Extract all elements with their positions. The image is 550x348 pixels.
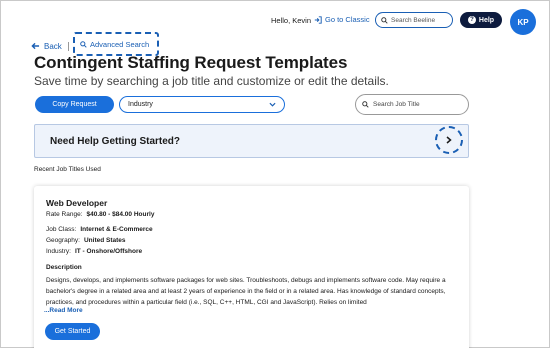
chevron-down-icon — [269, 102, 276, 107]
question-icon: ? — [467, 16, 476, 24]
job-class-value: Internet & E-Commerce — [80, 226, 153, 233]
industry-label: Industry: — [46, 248, 71, 255]
page-title: Contingent Staffing Request Templates — [34, 53, 348, 72]
go-to-classic-link[interactable]: Go to Classic — [314, 15, 370, 24]
expand-help-button[interactable] — [435, 126, 463, 154]
geography-value: United States — [83, 237, 126, 244]
help-card-title: Need Help Getting Started? — [50, 136, 181, 147]
search-icon — [381, 16, 388, 24]
top-bar: Hello, Kevin Go to Classic ? Help KP — [1, 9, 550, 35]
back-label: Back — [44, 41, 62, 51]
industry-selected-value: Industry — [128, 101, 153, 108]
nav-divider — [67, 41, 69, 51]
industry-row: Industry: IT - Onshore/Offshore — [46, 248, 142, 255]
job-title-search-box[interactable] — [355, 94, 469, 115]
read-more-link[interactable]: ...Read More — [44, 307, 83, 314]
description-heading: Description — [46, 264, 82, 271]
description-text: Designs, develops, and implements softwa… — [46, 277, 446, 306]
page-subtitle: Save time by searching a job title and c… — [34, 74, 389, 88]
job-class-label: Job Class: — [46, 226, 77, 233]
rate-range-row: Rate Range: $40.80 - $84.00 Hourly — [46, 211, 154, 218]
rate-range-label: Rate Range: — [46, 211, 83, 218]
advanced-search-label: Advanced Search — [90, 39, 150, 49]
recent-job-titles-label: Recent Job Titles Used — [34, 166, 101, 173]
sign-in-arrow-icon — [314, 15, 322, 24]
job-template-card: Web Developer Rate Range: $40.80 - $84.00… — [34, 186, 469, 348]
search-icon — [362, 101, 369, 108]
geography-row: Geography: United States — [46, 237, 126, 244]
arrow-left-icon — [31, 42, 40, 50]
industry-dropdown[interactable]: Industry — [119, 96, 285, 113]
nav-row: Back Advanced Search — [31, 32, 159, 56]
help-button[interactable]: ? Help — [460, 12, 502, 28]
beeline-search-box[interactable] — [375, 12, 453, 28]
job-title: Web Developer — [46, 198, 108, 208]
search-icon — [80, 40, 87, 48]
beeline-search-input[interactable] — [391, 16, 451, 24]
geography-label: Geography: — [46, 237, 80, 244]
industry-value: IT - Onshore/Offshore — [74, 248, 143, 255]
job-class-row: Job Class: Internet & E-Commerce — [46, 226, 153, 233]
back-link[interactable]: Back — [31, 42, 62, 51]
avatar[interactable]: KP — [510, 9, 536, 35]
copy-request-button[interactable]: Copy Request — [35, 96, 114, 113]
help-getting-started-card[interactable]: Need Help Getting Started? — [34, 124, 469, 158]
rate-range-value: $40.80 - $84.00 Hourly — [86, 211, 155, 218]
help-label: Help — [478, 16, 495, 24]
get-started-button[interactable]: Get Started — [45, 323, 100, 340]
go-to-classic-label: Go to Classic — [325, 15, 370, 24]
job-title-search-input[interactable] — [373, 101, 463, 108]
user-greeting: Hello, Kevin — [271, 16, 312, 25]
chevron-right-icon — [446, 136, 452, 144]
